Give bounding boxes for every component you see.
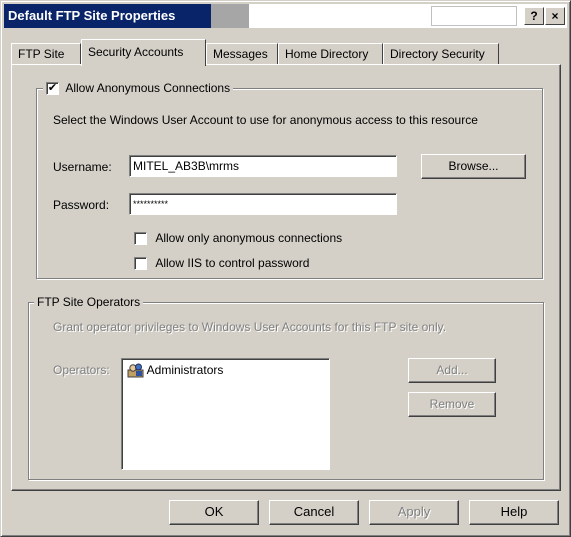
- title-bar-gradient: [211, 4, 249, 28]
- tab-home-directory[interactable]: Home Directory: [278, 43, 383, 65]
- window-title: Default FTP Site Properties: [4, 4, 211, 28]
- tab-directory-security[interactable]: Directory Security: [383, 43, 499, 65]
- anonymous-checkbox-row[interactable]: ✔ Allow Anonymous Connections: [43, 81, 234, 96]
- browse-button[interactable]: Browse...: [421, 154, 526, 179]
- operators-label: Operators:: [53, 363, 110, 377]
- password-field[interactable]: **********: [129, 193, 397, 215]
- anonymous-checkbox-label: Allow Anonymous Connections: [65, 81, 231, 95]
- ok-button[interactable]: OK: [169, 500, 259, 525]
- apply-button[interactable]: Apply: [369, 500, 459, 525]
- help-button[interactable]: Help: [469, 500, 559, 525]
- tab-messages[interactable]: Messages: [206, 43, 278, 65]
- list-item-label: Administrators: [146, 363, 224, 377]
- cancel-button[interactable]: Cancel: [269, 500, 359, 525]
- only-anonymous-row[interactable]: Allow only anonymous connections: [134, 231, 343, 246]
- only-anonymous-label: Allow only anonymous connections: [155, 231, 343, 245]
- properties-dialog: Default FTP Site Properties ? × FTP Site…: [0, 0, 571, 537]
- tab-security-accounts[interactable]: Security Accounts: [81, 39, 206, 66]
- operators-description: Grant operator privileges to Windows Use…: [53, 320, 447, 334]
- help-title-button[interactable]: ?: [524, 7, 544, 25]
- username-field[interactable]: MITEL_AB3B\mrms: [129, 155, 397, 177]
- tab-panel: ✔ Allow Anonymous Connections Select the…: [11, 64, 561, 491]
- user-group-icon: [127, 363, 144, 378]
- title-bar-blank-area: [431, 6, 517, 26]
- anonymous-description: Select the Windows User Account to use f…: [53, 113, 478, 127]
- add-operator-button[interactable]: Add...: [408, 358, 496, 383]
- checkmark-icon: ✔: [47, 82, 58, 95]
- anonymous-checkbox[interactable]: ✔: [46, 82, 59, 96]
- username-label: Username:: [53, 160, 112, 174]
- iis-password-checkbox[interactable]: [134, 257, 147, 271]
- tab-ftp-site[interactable]: FTP Site: [11, 43, 81, 65]
- operators-list[interactable]: Administrators: [121, 358, 330, 470]
- remove-operator-button[interactable]: Remove: [408, 392, 496, 417]
- title-bar[interactable]: Default FTP Site Properties ? ×: [4, 4, 567, 28]
- only-anonymous-checkbox[interactable]: [134, 232, 147, 246]
- close-title-button[interactable]: ×: [545, 7, 565, 25]
- tab-strip: FTP Site Security Accounts Messages Home…: [11, 39, 561, 66]
- operators-group-label: FTP Site Operators: [34, 295, 144, 309]
- list-item[interactable]: Administrators: [127, 363, 223, 378]
- password-label: Password:: [53, 198, 110, 212]
- iis-password-row[interactable]: Allow IIS to control password: [134, 256, 310, 271]
- iis-password-label: Allow IIS to control password: [155, 256, 310, 270]
